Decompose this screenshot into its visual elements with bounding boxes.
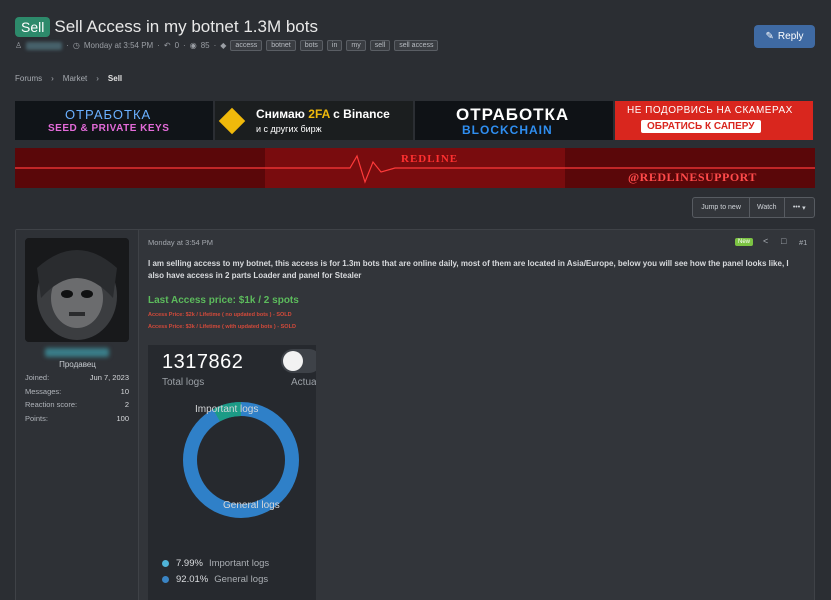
legend-item: 92.01% General logs — [162, 574, 268, 585]
views-icon: ◉ — [189, 41, 197, 50]
post-number[interactable]: #1 — [799, 238, 807, 247]
tag-sell[interactable]: sell — [369, 40, 391, 51]
watch-button[interactable]: Watch — [750, 198, 785, 217]
stat-row: Messages: 10 — [25, 385, 129, 399]
avatar[interactable] — [25, 238, 129, 342]
user-stats: Joined: Jun 7, 2023 Messages: 10 Reaction … — [25, 371, 129, 425]
post-body-text: I am selling access to my botnet, this a… — [148, 259, 789, 280]
reply-count: 0 — [174, 41, 180, 50]
ad-banner-text: BLOCKCHAIN — [462, 123, 553, 137]
post-username[interactable] — [45, 348, 109, 357]
ad-banner-text: Снимаю 2FA с Binance — [256, 107, 390, 121]
sold-line: Access Price: $2k / Lifetime ( no update… — [148, 312, 292, 318]
stat-row: Points: 100 — [25, 412, 129, 426]
user-icon: ♙ — [15, 41, 23, 50]
tag-access[interactable]: access — [230, 40, 263, 51]
post-user-cell: Продавец Joined: Jun 7, 2023 Messages: 10 … — [16, 230, 139, 600]
stat-value: 100 — [116, 413, 129, 423]
ad-banner-binance-2fa[interactable]: Снимаю 2FA с Binance и с других бирж — [215, 101, 413, 140]
ad-banner-text: НЕ ПОДОРВИСЬ НА СКАМЕРАХ — [627, 105, 793, 116]
more-icon: ••• — [792, 204, 801, 211]
more-options-button[interactable]: ••• ▾ — [785, 198, 815, 217]
breadcrumb: Forums › Market › Sell — [15, 74, 122, 83]
legend-item: 7.99% Important logs — [162, 558, 269, 569]
legend-percent: 7.99% — [176, 558, 203, 569]
stat-label: Reaction score: — [25, 400, 78, 410]
ad-banner-text: REDLINE — [401, 153, 459, 165]
thread-meta: ♙ · ◷ Monday at 3:54 PM · ↶ 0 · ◉ 85 · ◆… — [15, 40, 439, 51]
stat-row: Reaction score: 2 — [25, 398, 129, 412]
stat-label: Points: — [25, 413, 48, 423]
avatar-image — [25, 238, 129, 342]
post-date[interactable]: Monday at 3:54 PM — [148, 238, 213, 247]
breadcrumb-market[interactable]: Market — [63, 74, 87, 83]
new-badge: New — [735, 238, 754, 246]
post: Продавец Joined: Jun 7, 2023 Messages: 10 … — [15, 229, 815, 600]
stat-value: Jun 7, 2023 — [89, 373, 129, 383]
donut-label-important: Important logs — [195, 404, 259, 415]
tag-sell-access[interactable]: sell access — [394, 40, 439, 51]
view-count: 85 — [200, 41, 210, 50]
reply-button-label: Reply — [777, 31, 804, 42]
jump-to-new-button[interactable]: Jump to new — [693, 198, 751, 217]
clock-icon: ◷ — [72, 41, 80, 50]
legend-name: General logs — [214, 574, 269, 585]
ad-banner-text: ОТРАБОТКА — [456, 105, 570, 124]
ad-banner-text: @REDLINESUPPORT — [628, 170, 757, 184]
chevron-right-icon: › — [96, 74, 99, 83]
thread-date[interactable]: Monday at 3:54 PM — [84, 41, 153, 50]
price-text: Last Access price: $1k / 2 spots — [148, 295, 299, 306]
panel-screenshot-image[interactable]: 1317862 Total logs Actua Important logs … — [148, 345, 316, 600]
stat-value: 2 — [124, 400, 129, 410]
replies-icon: ↶ — [163, 41, 171, 50]
sold-line: Access Price: $3k / Lifetime ( with upda… — [148, 324, 296, 330]
ad-banner-seed-keys[interactable]: ОТРАБОТКА SEED & PRIVATE KEYS — [15, 101, 213, 140]
ad-banner-blockchain[interactable]: ОТРАБОТКА BLOCKCHAIN — [415, 101, 613, 140]
legend-dot — [162, 560, 169, 567]
tag-bots[interactable]: bots — [299, 40, 323, 51]
stat-label: Joined: — [25, 373, 50, 383]
ad-banner-redline[interactable]: REDLINE @REDLINESUPPORT — [15, 148, 815, 188]
chevron-down-icon: ▾ — [802, 204, 806, 212]
thread-header: Sell Sell Access in my botnet 1.3M bots — [15, 17, 318, 37]
donut-label-general: General logs — [223, 500, 280, 511]
tag-icon: ◆ — [220, 41, 227, 50]
pencil-icon: ✎ — [765, 31, 774, 42]
thread-actions: Jump to new Watch ••• ▾ — [692, 197, 815, 218]
reply-button[interactable]: ✎ Reply — [754, 25, 815, 48]
share-icon[interactable]: < — [763, 236, 768, 246]
ad-banner-saper[interactable]: НЕ ПОДОРВИСЬ НА СКАМЕРАХ ОБРАТИСЬ К САПЕ… — [615, 101, 813, 140]
user-title: Продавец — [59, 360, 96, 369]
breadcrumb-forums[interactable]: Forums — [15, 74, 42, 83]
ad-banners: ОТРАБОТКА SEED & PRIVATE KEYS Снимаю 2FA… — [15, 101, 813, 140]
thread-author[interactable] — [26, 41, 63, 50]
ad-banner-text: и с других бирж — [256, 124, 322, 134]
page-title: Sell Access in my botnet 1.3M bots — [54, 17, 318, 36]
tag-in[interactable]: in — [326, 40, 343, 51]
donut-general-segment — [183, 402, 299, 518]
legend-name: Important logs — [208, 558, 270, 569]
ad-banner-text: SEED & PRIVATE KEYS — [48, 123, 170, 134]
chevron-right-icon: › — [51, 74, 54, 83]
ad-banner-text: ОБРАТИСЬ К САПЕРУ — [641, 120, 761, 133]
ad-banner-text: ОТРАБОТКА — [65, 107, 152, 122]
tag-my[interactable]: my — [346, 40, 366, 51]
bookmark-icon[interactable]: □ — [781, 236, 786, 246]
stat-value: 10 — [120, 386, 129, 396]
tag-botnet[interactable]: botnet — [266, 40, 296, 51]
legend-dot — [162, 576, 169, 583]
binance-logo-icon — [218, 107, 246, 135]
stat-label: Messages: — [25, 386, 62, 396]
stat-row: Joined: Jun 7, 2023 — [25, 371, 129, 385]
breadcrumb-sell[interactable]: Sell — [108, 74, 122, 83]
thread-prefix-badge[interactable]: Sell — [15, 17, 51, 37]
legend-percent: 92.01% — [176, 574, 209, 585]
